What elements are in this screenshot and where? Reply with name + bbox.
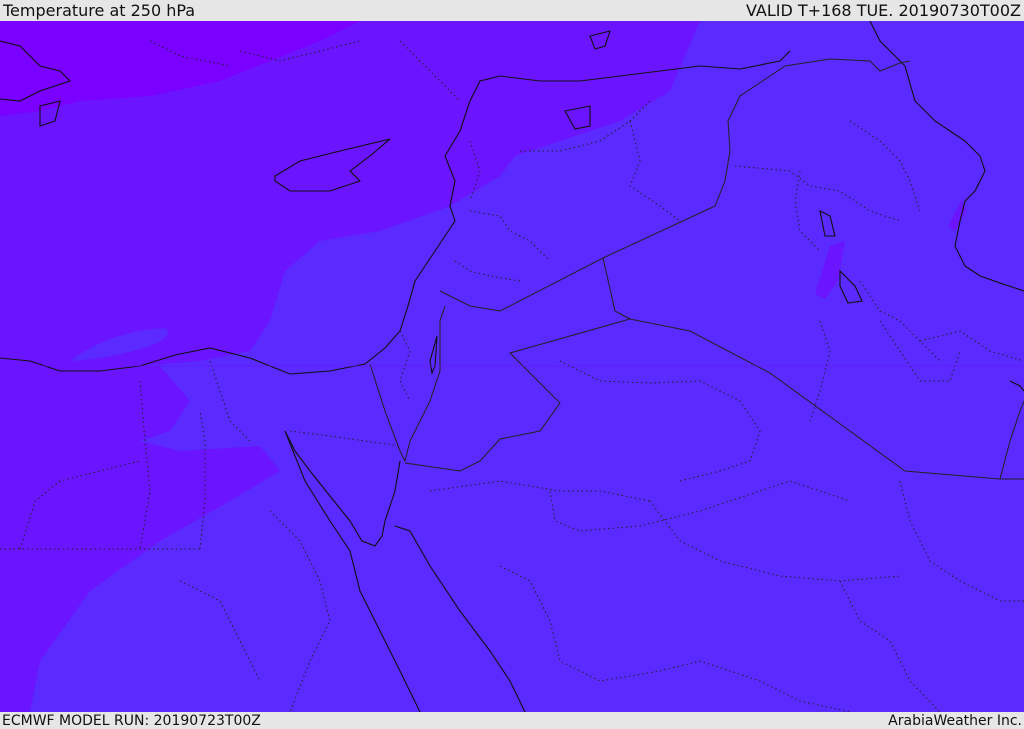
valid-time: VALID T+168 TUE. 20190730T00Z [745,0,1021,20]
temperature-map[interactable] [0,21,1024,712]
map-title: Temperature at 250 hPa [3,0,196,20]
map-footer: ECMWF MODEL RUN: 20190723T00Z ArabiaWeat… [0,712,1024,729]
model-run-label: ECMWF MODEL RUN: 20190723T00Z [2,712,261,729]
map-canvas [0,21,1024,712]
map-header: Temperature at 250 hPa VALID T+168 TUE. … [0,0,1024,21]
credit-label: ArabiaWeather Inc. [888,712,1022,729]
